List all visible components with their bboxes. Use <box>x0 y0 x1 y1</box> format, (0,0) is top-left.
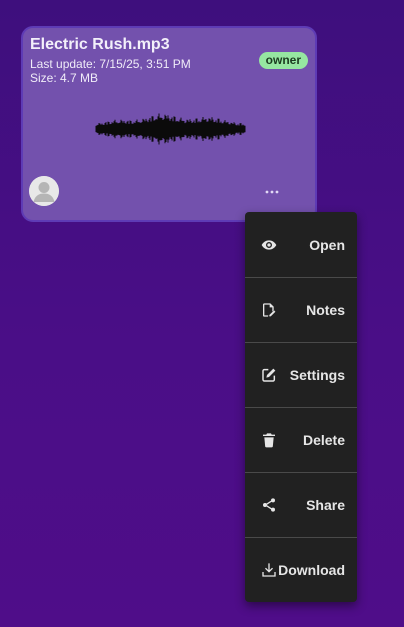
menu-item-label: Settings <box>289 367 345 383</box>
menu-item-label: Notes <box>306 302 345 318</box>
note-edit-icon <box>261 302 277 318</box>
menu-item-settings[interactable]: Settings <box>245 342 357 407</box>
user-avatar[interactable] <box>29 176 59 206</box>
more-options-button[interactable] <box>261 184 283 200</box>
download-icon <box>261 562 277 578</box>
more-horizontal-icon <box>265 190 279 194</box>
menu-item-download[interactable]: Download <box>245 537 357 602</box>
menu-item-notes[interactable]: Notes <box>245 277 357 342</box>
audio-waveform-icon <box>95 113 246 145</box>
menu-item-share[interactable]: Share <box>245 472 357 537</box>
last-update-text: Last update: 7/15/25, 3:51 PM <box>30 57 191 71</box>
menu-item-open[interactable]: Open <box>245 212 357 277</box>
trash-icon <box>261 432 277 448</box>
owner-badge: owner <box>258 52 308 69</box>
menu-item-delete[interactable]: Delete <box>245 407 357 472</box>
menu-item-label: Download <box>278 562 345 578</box>
share-icon <box>261 497 277 513</box>
menu-item-label: Share <box>306 497 345 513</box>
menu-item-label: Open <box>309 236 345 253</box>
file-size-text: Size: 4.7 MB <box>30 71 99 85</box>
edit-square-icon <box>261 367 277 383</box>
context-menu: Open Notes Settings Delete Share Downloa… <box>245 212 357 602</box>
file-card[interactable]: Electric Rush.mp3 Last update: 7/15/25, … <box>21 26 317 222</box>
eye-icon <box>261 237 277 253</box>
default-user-avatar-icon <box>29 176 59 206</box>
menu-item-label: Delete <box>302 432 345 448</box>
file-title: Electric Rush.mp3 <box>30 36 170 53</box>
